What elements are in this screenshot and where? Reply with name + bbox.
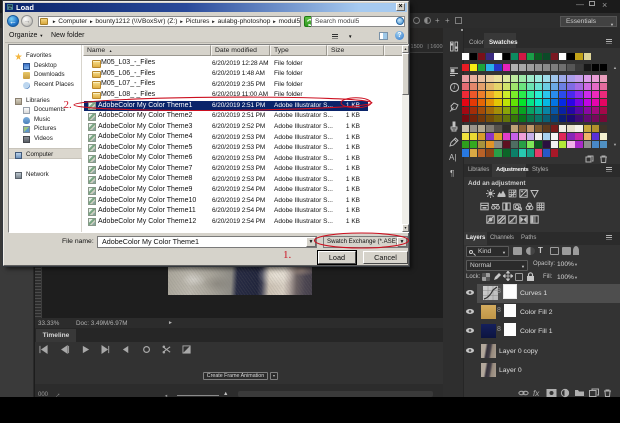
svg-text:fx: fx	[533, 389, 540, 398]
